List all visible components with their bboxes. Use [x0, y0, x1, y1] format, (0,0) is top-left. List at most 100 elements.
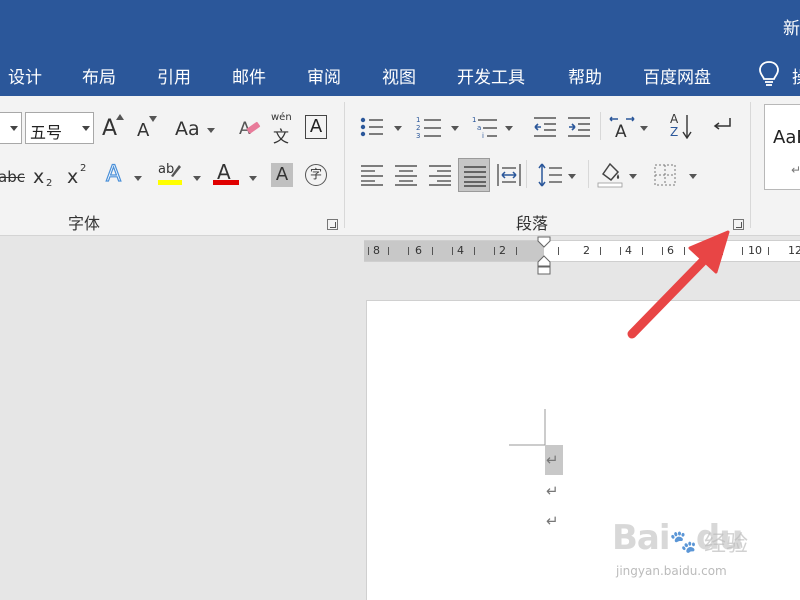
font-dialog-launcher-icon[interactable]: [327, 219, 338, 230]
caret-up-icon: [116, 114, 124, 120]
tab-mailings[interactable]: 邮件: [232, 63, 266, 88]
ruler-tick: [722, 247, 723, 255]
svg-text:a: a: [477, 124, 481, 132]
tab-help[interactable]: 帮助: [568, 63, 602, 88]
multilevel-list-icon[interactable]: 1 a i: [472, 115, 498, 139]
tab-view[interactable]: 视图: [382, 63, 416, 88]
ruler-tick: [600, 247, 601, 255]
ruler-tick: [620, 247, 621, 255]
ribbon-panel: 五号 A A Aa A wén 文 A abc x 2 x 2 A ab A A…: [0, 96, 800, 236]
chevron-down-icon[interactable]: [451, 126, 459, 131]
chevron-down-icon[interactable]: [629, 174, 637, 179]
tab-developer[interactable]: 开发工具: [457, 63, 525, 88]
phonetic-guide-button[interactable]: wén 文: [271, 112, 293, 146]
indent-marker-icon[interactable]: [537, 236, 551, 276]
ruler-number: 6: [415, 244, 422, 257]
justify-button[interactable]: [458, 158, 490, 192]
svg-text:1: 1: [416, 116, 420, 124]
grow-font-button[interactable]: A: [102, 118, 117, 140]
font-color-button[interactable]: A: [213, 160, 239, 188]
paragraph-dialog-launcher-icon[interactable]: [733, 219, 744, 230]
borders-icon[interactable]: [654, 164, 676, 186]
subscript-x: x: [33, 166, 45, 188]
font-color-swatch: [213, 180, 239, 185]
svg-text:2: 2: [416, 124, 420, 132]
tell-me-search[interactable]: 操: [792, 63, 800, 88]
decrease-indent-icon[interactable]: [533, 116, 557, 138]
chevron-down-icon[interactable]: [640, 126, 648, 131]
ruler-tick: [474, 247, 475, 255]
horizontal-ruler[interactable]: 8 6 4 2 2 4 6 10 12: [364, 240, 800, 262]
distributed-icon[interactable]: [497, 164, 521, 186]
chevron-down-icon[interactable]: [193, 176, 201, 181]
ruler-tick: [494, 247, 495, 255]
chevron-down-icon[interactable]: [394, 126, 402, 131]
chevron-down-icon[interactable]: [134, 176, 142, 181]
ruler-number: 4: [457, 244, 464, 257]
tab-design[interactable]: 设计: [8, 63, 42, 88]
ruler-tick: [558, 247, 559, 255]
tab-baidu-netdisk[interactable]: 百度网盘: [643, 63, 711, 88]
group-divider: [344, 102, 345, 228]
align-left-icon[interactable]: [361, 164, 383, 186]
tab-layout[interactable]: 布局: [82, 63, 116, 88]
paragraph-mark[interactable]: ↵: [546, 482, 559, 500]
chevron-down-icon[interactable]: [207, 128, 215, 133]
highlight-color-button[interactable]: ab: [158, 160, 184, 188]
svg-text:i: i: [482, 132, 484, 139]
ruler-margin: [364, 241, 544, 261]
shading-icon[interactable]: [597, 160, 623, 188]
enclose-characters-button[interactable]: 字: [305, 164, 327, 186]
strikethrough-button[interactable]: abc: [0, 170, 25, 185]
ruler-tick: [368, 247, 369, 255]
increase-indent-icon[interactable]: [567, 116, 591, 138]
watermark-brand-part1: Bai: [612, 518, 671, 558]
tab-references[interactable]: 引用: [157, 63, 191, 88]
clear-formatting-icon[interactable]: A: [238, 116, 262, 140]
ruler-tick: [642, 247, 643, 255]
subscript-button[interactable]: x 2: [33, 164, 55, 190]
margin-crop-mark: [509, 409, 546, 446]
ruler-area: 8 6 4 2 2 4 6 10 12: [0, 236, 800, 276]
chevron-down-icon[interactable]: [568, 174, 576, 179]
paragraph-mark[interactable]: ↵: [546, 512, 559, 530]
paragraph-mark[interactable]: ↵: [546, 451, 559, 469]
ruler-number: 12: [788, 244, 800, 257]
tab-review[interactable]: 审阅: [307, 63, 341, 88]
highlight-swatch: [158, 180, 182, 185]
sort-z: Z: [670, 125, 679, 139]
align-right-icon[interactable]: [429, 164, 451, 186]
numbering-icon[interactable]: 1 2 3: [416, 115, 442, 139]
align-center-icon[interactable]: [395, 164, 417, 186]
change-case-button[interactable]: Aa: [175, 120, 200, 139]
svg-text:1: 1: [472, 116, 476, 124]
font-name-combo[interactable]: [0, 112, 22, 144]
chevron-down-icon[interactable]: [505, 126, 513, 131]
ruler-tick: [684, 247, 685, 255]
ruler-tick: [516, 247, 517, 255]
chevron-down-icon[interactable]: [689, 174, 697, 179]
sort-button[interactable]: A Z: [668, 112, 694, 142]
paragraph-group-label: 段落: [516, 214, 549, 233]
arrow-down-icon: [682, 115, 692, 139]
bullets-icon[interactable]: [360, 116, 384, 138]
styles-gallery[interactable]: AaB ↵: [764, 104, 800, 190]
character-border-button[interactable]: A: [305, 115, 327, 139]
watermark-url: jingyan.baidu.com: [616, 564, 727, 578]
chinese-layout-icon[interactable]: A: [608, 115, 636, 139]
phonetic-top-label: wén: [271, 112, 292, 123]
show-marks-icon[interactable]: [710, 116, 734, 136]
lightbulb-icon[interactable]: [758, 60, 780, 88]
chevron-down-icon[interactable]: [249, 176, 257, 181]
superscript-2: 2: [80, 163, 87, 174]
text-effects-button[interactable]: A: [105, 163, 121, 186]
toolbar-divider: [600, 112, 601, 140]
style-paragraph-mark: ↵: [791, 163, 800, 177]
line-spacing-icon[interactable]: [537, 162, 563, 188]
document-title: 新: [783, 19, 800, 39]
shrink-font-button[interactable]: A: [137, 122, 149, 140]
superscript-button[interactable]: x 2: [67, 163, 89, 190]
character-shading-button[interactable]: A: [271, 163, 293, 187]
font-size-combo[interactable]: 五号: [25, 112, 94, 144]
ruler-number: 2: [583, 244, 590, 257]
